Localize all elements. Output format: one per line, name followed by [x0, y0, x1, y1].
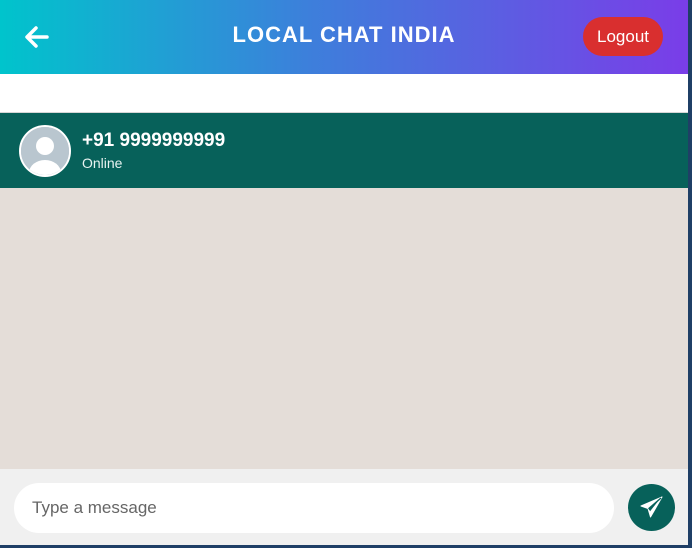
contact-status: Online [82, 155, 123, 171]
chat-app: LOCAL CHAT INDIA Logout +91 9999999999 O… [0, 0, 688, 545]
logout-button[interactable]: Logout [583, 17, 663, 56]
send-button[interactable] [628, 484, 675, 531]
message-input[interactable] [14, 483, 614, 533]
header-spacer [0, 74, 688, 113]
top-navigation-bar: LOCAL CHAT INDIA Logout [0, 0, 688, 74]
user-avatar-icon[interactable] [19, 125, 71, 177]
paper-plane-icon [640, 496, 663, 518]
message-composer [0, 469, 688, 545]
message-list[interactable] [0, 188, 688, 469]
contact-name: +91 9999999999 [82, 130, 226, 151]
contact-header: +91 9999999999 Online [0, 113, 688, 188]
avatar-silhouette [21, 127, 69, 175]
